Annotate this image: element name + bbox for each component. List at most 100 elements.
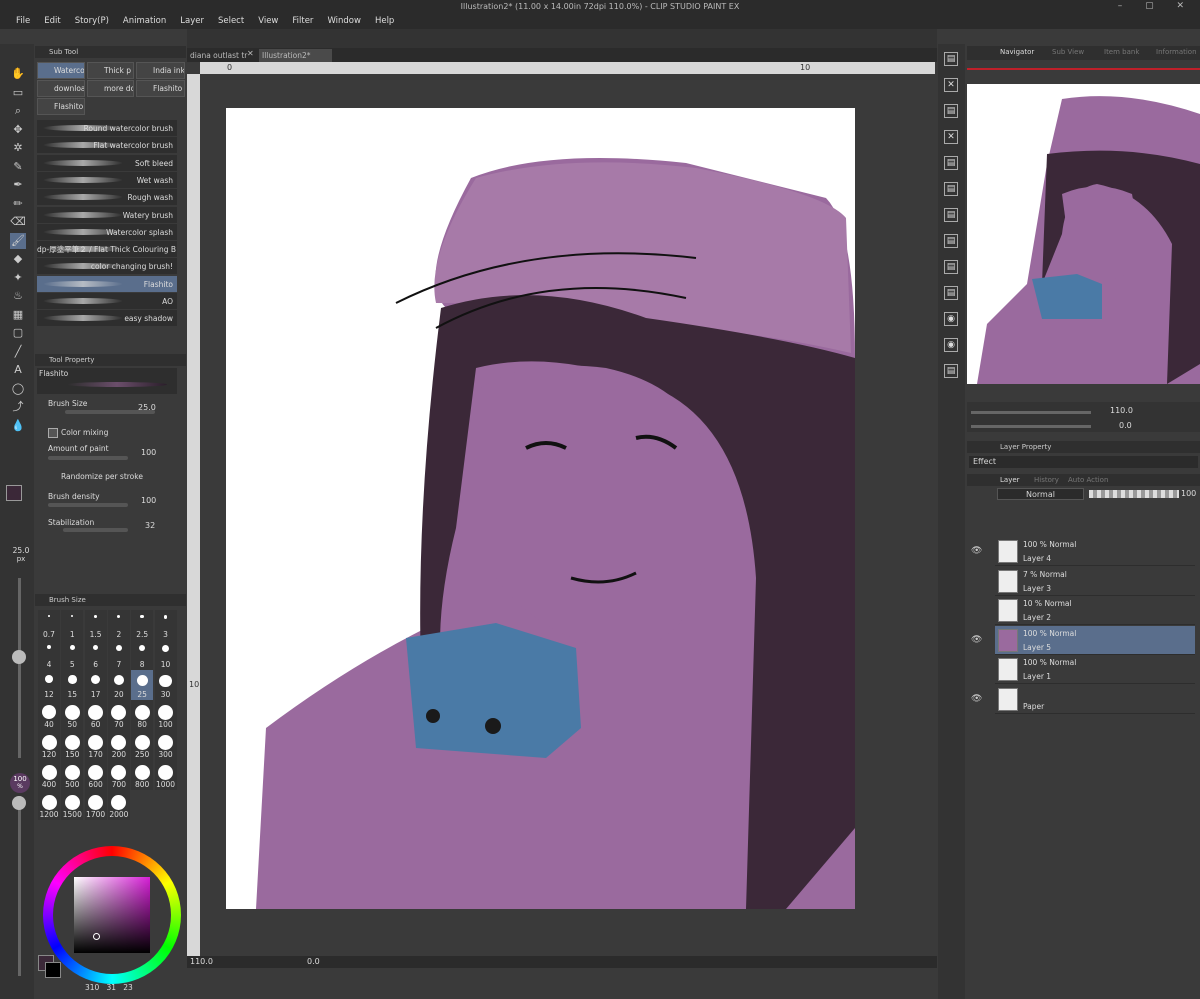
brush-size-preset[interactable]: 1000 [154, 760, 177, 790]
figure-icon[interactable]: ▢ [10, 325, 26, 341]
subtool-group-tab[interactable]: India ink [136, 62, 185, 79]
brush-size-preset[interactable]: 50 [61, 700, 84, 730]
brush-density-slider[interactable] [48, 503, 128, 507]
brush-size-preset[interactable]: 4 [38, 640, 60, 670]
layer-row[interactable]: 10 % Normal Layer 2 [995, 596, 1195, 625]
brush-size-preset[interactable]: 1500 [61, 790, 84, 820]
subtool-group-tab[interactable]: Waterco [37, 62, 85, 79]
layer-row[interactable]: 100 % Normal Layer 1 [995, 655, 1195, 684]
text-icon[interactable]: A [10, 362, 26, 378]
brush-size-preset[interactable]: 0.7 [38, 610, 60, 640]
brush-size-preset[interactable]: 15 [61, 670, 84, 700]
eye-icon[interactable]: 👁 [971, 635, 982, 645]
brush-size-preset[interactable]: 170 [84, 730, 107, 760]
rect-select-icon[interactable]: ▭ [10, 85, 26, 101]
brush-size-preset[interactable]: 6 [84, 640, 107, 670]
navigator-tab[interactable]: Sub View [1052, 48, 1084, 56]
doc-icon[interactable]: ▤ [944, 364, 958, 378]
doc-icon[interactable]: ▤ [944, 208, 958, 222]
brush-size-preset[interactable]: 700 [107, 760, 130, 790]
sparkle-icon[interactable]: ✦ [10, 270, 26, 286]
brush-size-preset[interactable]: 2.5 [131, 610, 154, 640]
brush-size-preset[interactable]: 3 [154, 610, 177, 640]
doc-icon[interactable]: ▤ [944, 182, 958, 196]
layer-panel-tab[interactable]: Layer [1000, 476, 1020, 484]
layer-row[interactable]: 👁 Paper [971, 684, 1195, 714]
menu-edit[interactable]: Edit [44, 16, 60, 26]
brush-preset[interactable]: Flat watercolor brush [37, 137, 177, 155]
layer-row[interactable]: 👁 100 % Normal Layer 5 [971, 625, 1195, 655]
brush-size-preset[interactable]: 500 [61, 760, 84, 790]
brush-size-preset[interactable]: 250 [131, 730, 154, 760]
brush-size-preset[interactable]: 150 [61, 730, 84, 760]
brush-preset[interactable]: Flashito [37, 275, 177, 293]
opacity-slider-handle[interactable] [12, 796, 26, 810]
brush-preset[interactable]: AO [37, 293, 177, 310]
layer-panel-tab[interactable]: History [1034, 476, 1059, 484]
ruler-icon[interactable]: ╱ [10, 344, 26, 360]
brush-size-preset[interactable]: 30 [154, 670, 177, 700]
brush-preset[interactable]: Rough wash [37, 189, 177, 207]
brush-size-preset[interactable]: 20 [107, 670, 130, 700]
color-picker-cursor[interactable] [93, 933, 100, 940]
opacity-vertical-slider[interactable] [18, 796, 21, 976]
blend-mode-select[interactable]: Normal [997, 488, 1084, 500]
brush-size-preset[interactable]: 1.5 [84, 610, 107, 640]
brush-icon[interactable]: 🖌 [10, 232, 26, 249]
brush-size-preset[interactable]: 70 [107, 700, 130, 730]
subtool-group-tab[interactable]: more do [87, 80, 134, 97]
menu-layer[interactable]: Layer [180, 16, 204, 26]
navigator-tab[interactable]: Information [1156, 48, 1197, 56]
brush-preset[interactable]: easy shadow [37, 310, 177, 328]
doc-icon[interactable]: ▤ [944, 156, 958, 170]
stabilization-slider[interactable] [63, 528, 128, 532]
eraser-icon[interactable]: ⌫ [10, 214, 26, 230]
menu-window[interactable]: Window [327, 16, 361, 26]
close-icon[interactable]: ✕ [944, 78, 958, 92]
navigator-preview[interactable] [967, 84, 1200, 384]
brush-preset[interactable]: dp-厚塗平筆２ / Flat Thick Colouring B [37, 241, 177, 259]
brush-size-preset[interactable]: 600 [84, 760, 107, 790]
brush-size-preset[interactable]: 100 [154, 700, 177, 730]
pen-icon[interactable]: ✒ [10, 177, 26, 193]
doc-icon[interactable]: ▤ [944, 260, 958, 274]
doc-icon[interactable]: ▤ [944, 234, 958, 248]
saturation-value-square[interactable] [74, 877, 150, 953]
brush-size-preset[interactable]: 800 [131, 760, 154, 790]
menu-animation[interactable]: Animation [123, 16, 166, 26]
brush-size-preset[interactable]: 8 [131, 640, 154, 670]
brush-size-preset[interactable]: 300 [154, 730, 177, 760]
navigator-tab[interactable]: Item bank [1104, 48, 1139, 56]
brush-size-preset[interactable]: 40 [38, 700, 60, 730]
correct-line-icon[interactable]: ⤴ [10, 399, 26, 415]
layer-opacity-slider[interactable] [1089, 490, 1179, 498]
navigator-tab[interactable]: Navigator [1000, 48, 1034, 56]
brush-size-preset[interactable]: 1700 [84, 790, 107, 820]
brush-size-preset[interactable]: 2000 [107, 790, 130, 820]
menu-filter[interactable]: Filter [292, 16, 313, 26]
window-controls[interactable]: – ▢ ✕ [1118, 0, 1194, 13]
subtool-group-tab[interactable]: Flashito [37, 98, 85, 115]
brush-size-preset[interactable]: 7 [107, 640, 130, 670]
layer-icon[interactable]: ▤ [944, 104, 958, 118]
brush-preset[interactable]: color changing brush! [37, 258, 177, 276]
canvas-zoom-value[interactable]: 110.0 [190, 957, 213, 966]
brush-size-preset[interactable]: 400 [38, 760, 60, 790]
layer-panel-tab[interactable]: Auto Action [1068, 476, 1108, 484]
menu-view[interactable]: View [258, 16, 278, 26]
eye-icon[interactable]: 👁 [971, 694, 982, 704]
layer-row[interactable]: 👁 100 % Normal Layer 4 [971, 537, 1195, 566]
menu-file[interactable]: File [16, 16, 30, 26]
brush-size-preset[interactable]: 1200 [38, 790, 60, 820]
layer-property-tab[interactable]: Layer Property [967, 441, 1200, 453]
eyedropper-icon[interactable]: ✎ [10, 159, 26, 175]
subtool-group-tab[interactable]: Thick p [87, 62, 134, 79]
nav-zoom-slider[interactable] [971, 411, 1091, 414]
navigator-icon[interactable]: ▤ [944, 52, 958, 66]
pencil-icon[interactable]: ✏ [10, 196, 26, 212]
doc-icon[interactable]: ▤ [944, 286, 958, 300]
effect-row[interactable]: Effect [969, 456, 1198, 468]
canvas-paper[interactable] [226, 108, 855, 909]
brush-preset[interactable]: Watercolor splash [37, 223, 177, 241]
menu-storyp[interactable]: Story(P) [75, 16, 109, 26]
